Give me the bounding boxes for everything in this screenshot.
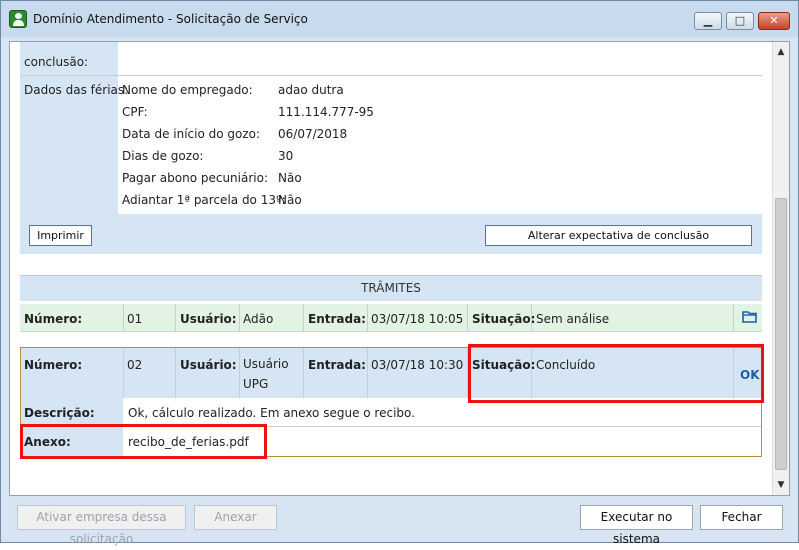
vertical-scrollbar[interactable]: ▲ ▼ bbox=[772, 42, 789, 495]
minimize-icon: ▁ bbox=[703, 14, 713, 27]
numero-label: Número: bbox=[24, 358, 83, 372]
ferias-row-label: Nome do empregado: bbox=[122, 83, 253, 97]
executar-no-sistema-button[interactable]: Executar no sistema bbox=[580, 505, 693, 546]
usuario-label: Usuário: bbox=[180, 312, 237, 326]
tramite-row: Número: 01 Usuário: Adão Entrada: 03/07/… bbox=[20, 304, 762, 332]
window-title: Domínio Atendimento - Solicitação de Ser… bbox=[33, 12, 308, 26]
usuario-label: Usuário: bbox=[180, 358, 237, 372]
anexar-button[interactable]: Anexar bbox=[194, 505, 277, 530]
minimize-button[interactable]: ▁ bbox=[694, 12, 722, 30]
close-icon: ✕ bbox=[769, 14, 779, 27]
entrada-value: 03/07/18 10:05 bbox=[371, 312, 464, 326]
ferias-row-value: 30 bbox=[278, 149, 294, 163]
scroll-down-icon[interactable]: ▼ bbox=[773, 477, 789, 493]
conclusao-label: conclusão: bbox=[24, 55, 89, 69]
numero-value: 02 bbox=[127, 358, 143, 372]
highlight-anexo bbox=[20, 424, 267, 459]
maximize-icon: □ bbox=[734, 14, 746, 27]
numero-label: Número: bbox=[24, 312, 83, 326]
ativar-empresa-button[interactable]: Ativar empresa dessa solicitação bbox=[17, 505, 186, 546]
descricao-label: Descrição: bbox=[24, 406, 95, 420]
ferias-row-label: Data de início do gozo: bbox=[122, 127, 261, 141]
window: Domínio Atendimento - Solicitação de Ser… bbox=[0, 0, 799, 546]
ferias-row-label: CPF: bbox=[122, 105, 148, 119]
alterar-expectativa-button[interactable]: Alterar expectativa de conclusão bbox=[485, 225, 752, 246]
tramites-header: TRÂMITES bbox=[20, 275, 762, 301]
dados-ferias-label: Dados das férias: bbox=[24, 83, 129, 97]
folder-icon[interactable] bbox=[742, 310, 757, 323]
app-icon bbox=[9, 10, 27, 28]
usuario-value: Usuário UPG bbox=[243, 357, 289, 391]
entrada-label: Entrada: bbox=[308, 358, 366, 372]
ferias-row-value: adao dutra bbox=[278, 83, 344, 97]
scroll-up-icon[interactable]: ▲ bbox=[773, 44, 789, 60]
maximize-button[interactable]: □ bbox=[726, 12, 754, 30]
fechar-button[interactable]: Fechar bbox=[700, 505, 783, 530]
usuario-value: Adão bbox=[243, 312, 274, 326]
ferias-row-value: 111.114.777-95 bbox=[278, 105, 374, 119]
ferias-row-label: Dias de gozo: bbox=[122, 149, 204, 163]
highlight-situacao bbox=[468, 344, 764, 403]
scroll-thumb[interactable] bbox=[775, 198, 787, 470]
ferias-row-label: Adiantar 1ª parcela do 13º: bbox=[122, 193, 286, 207]
entrada-value: 03/07/18 10:30 bbox=[371, 358, 464, 372]
ferias-row-value: Não bbox=[278, 171, 302, 185]
ferias-row-value: Não bbox=[278, 193, 302, 207]
descricao-value: Ok, cálculo realizado. Em anexo segue o … bbox=[128, 406, 415, 420]
situacao-value: Sem análise bbox=[536, 312, 610, 326]
imprimir-button[interactable]: Imprimir bbox=[29, 225, 92, 246]
situacao-label: Situação: bbox=[472, 312, 536, 326]
close-button[interactable]: ✕ bbox=[758, 12, 790, 30]
title-bar: Domínio Atendimento - Solicitação de Ser… bbox=[1, 1, 798, 37]
ferias-row-value: 06/07/2018 bbox=[278, 127, 348, 141]
numero-value: 01 bbox=[127, 312, 143, 326]
entrada-label: Entrada: bbox=[308, 312, 366, 326]
ferias-row-label: Pagar abono pecuniário: bbox=[122, 171, 268, 185]
